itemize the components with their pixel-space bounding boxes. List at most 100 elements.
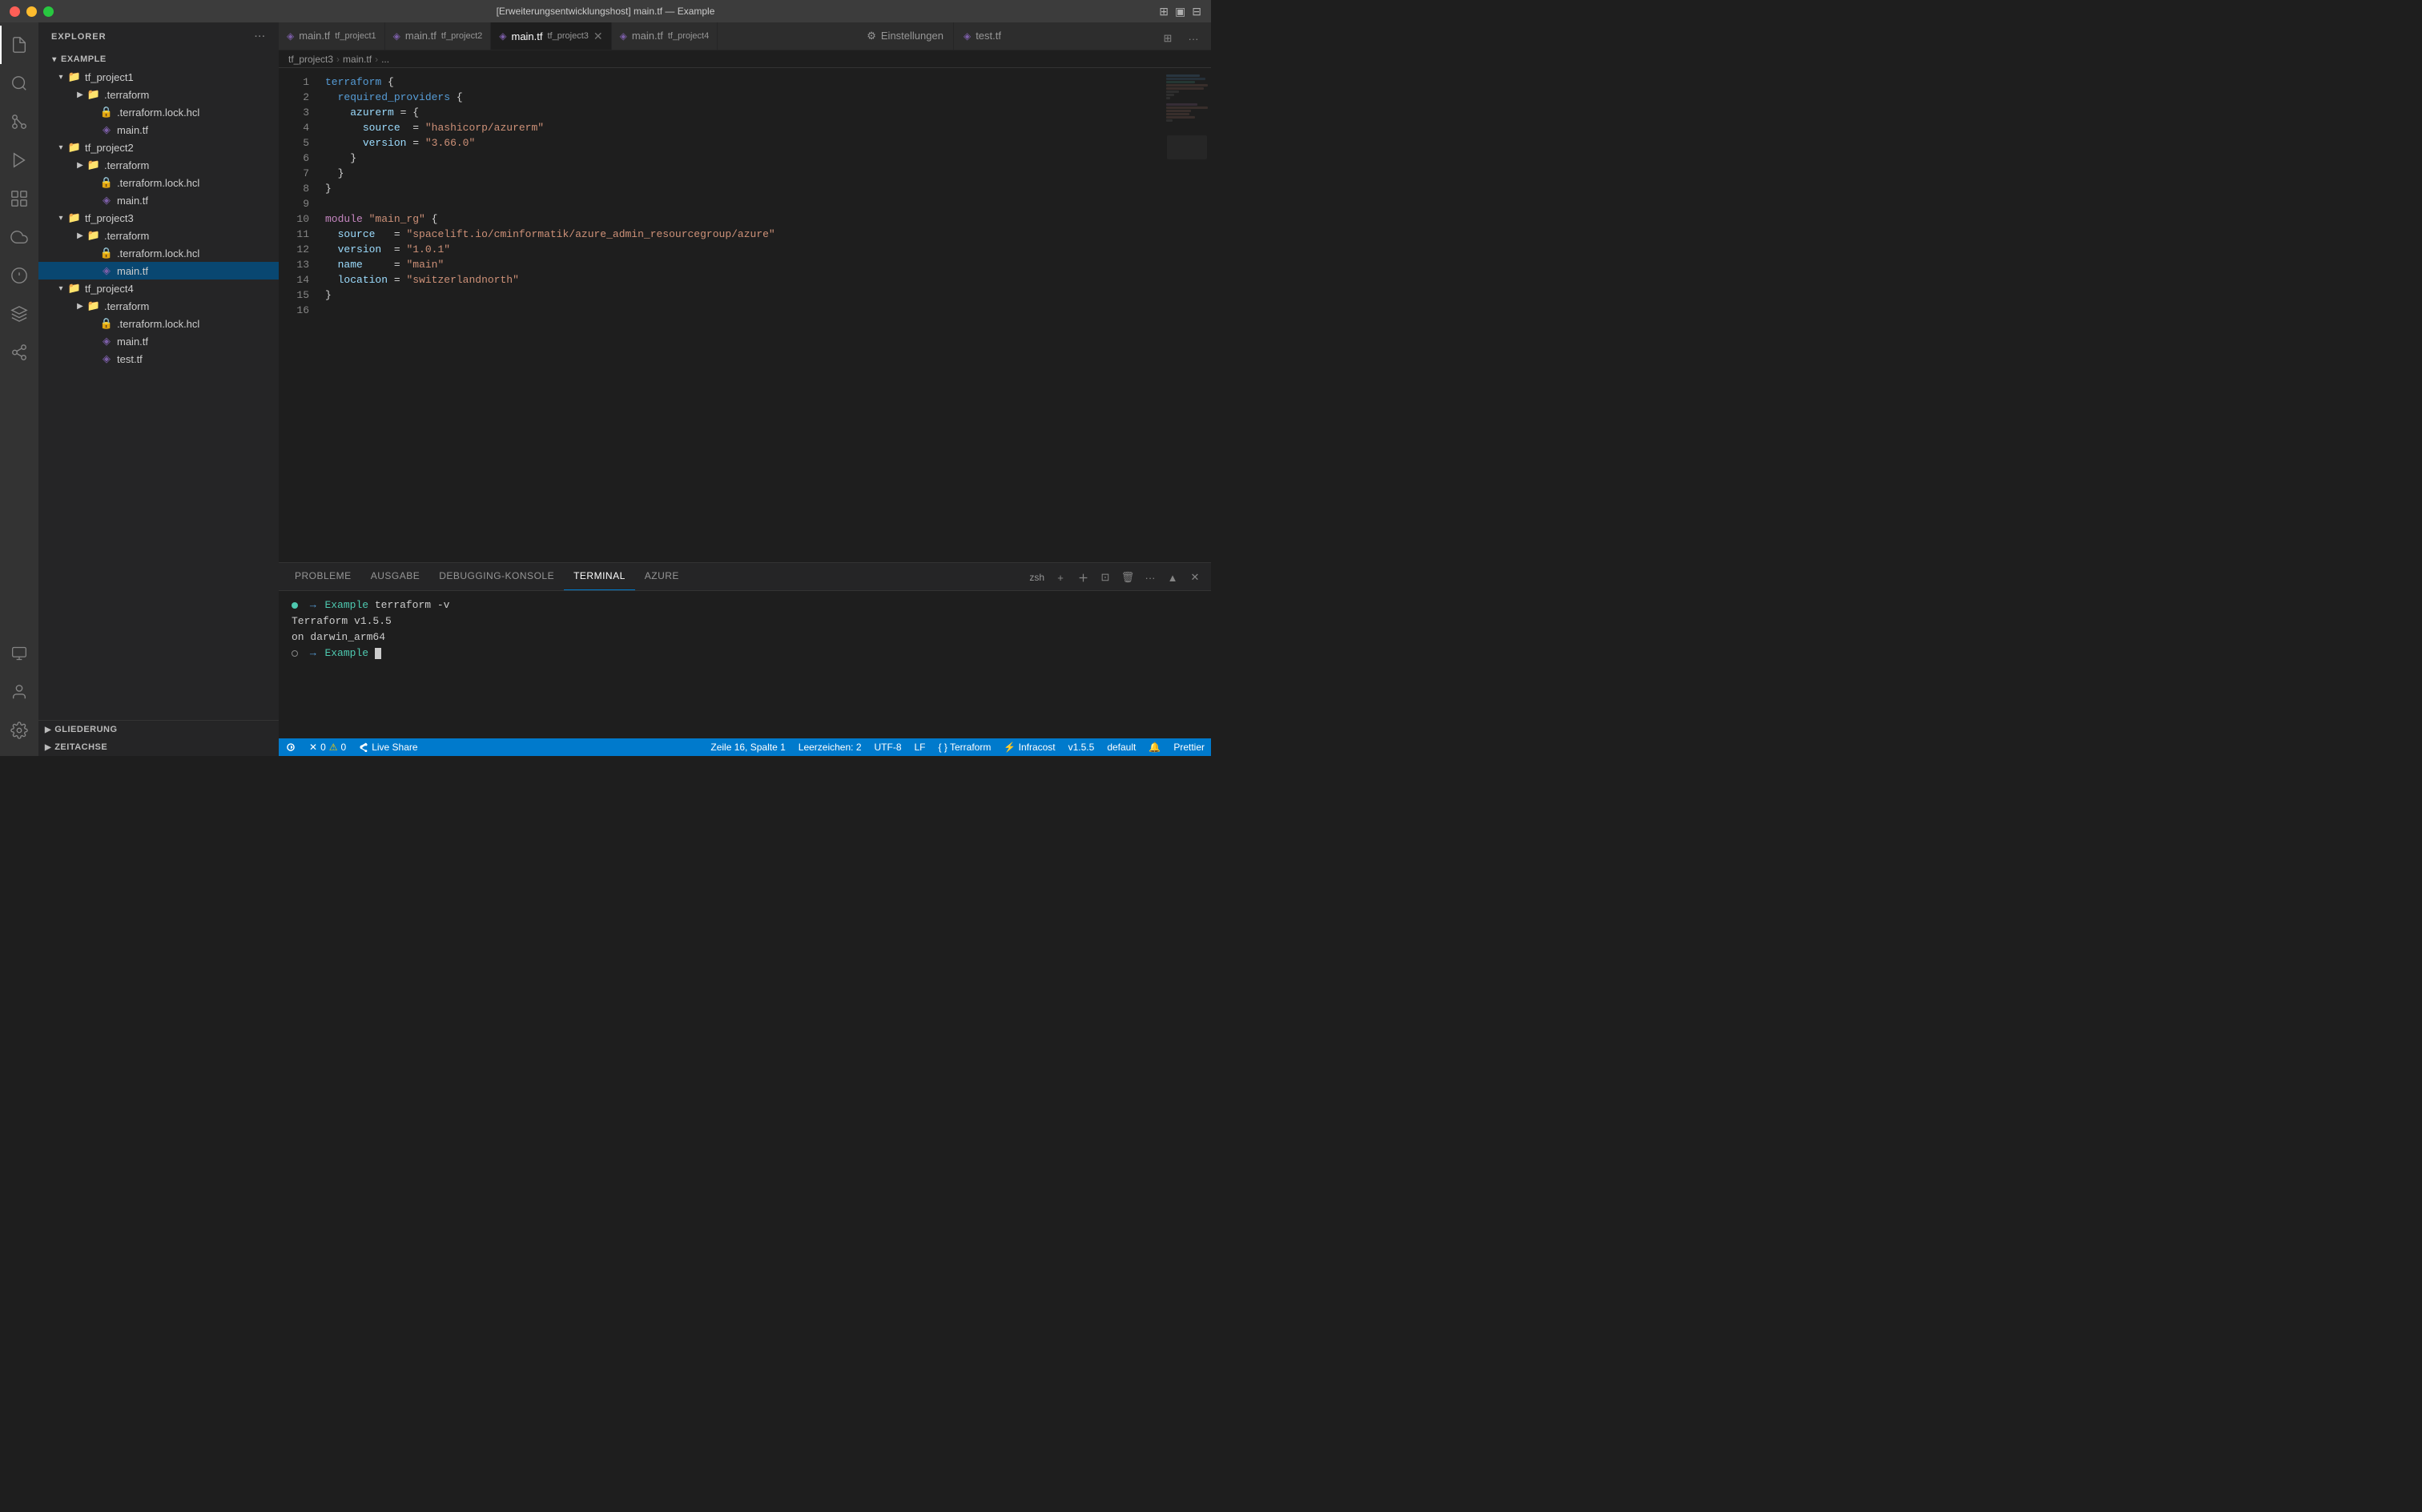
terminal-line-4: → Example (292, 645, 1198, 662)
custom-layout-icon[interactable]: ⊟ (1192, 5, 1201, 18)
tf-icon-p3: ◈ (99, 263, 114, 278)
status-infracost[interactable]: ⚡ Infracost (997, 738, 1061, 756)
status-language[interactable]: { } Terraform (932, 738, 998, 756)
split-terminal-button[interactable] (1073, 568, 1092, 587)
activity-item-extra1[interactable] (0, 218, 38, 256)
tree-item-project4-lock[interactable]: 🔒 .terraform.lock.hcl (38, 315, 279, 332)
activity-item-accounts[interactable] (0, 673, 38, 711)
breadcrumb-symbol[interactable]: ... (381, 54, 389, 65)
panel-layout-button[interactable]: ⊡ (1096, 568, 1115, 587)
activity-item-search[interactable] (0, 64, 38, 103)
tab-einstellungen[interactable]: ⚙ Einstellungen (857, 22, 954, 50)
new-terminal-button[interactable]: + (1051, 568, 1070, 587)
tree-item-project3-terraform[interactable]: ▶ 📁 .terraform (38, 227, 279, 244)
activity-item-extensions[interactable] (0, 179, 38, 218)
close-button[interactable] (10, 6, 20, 17)
tree-item-tf-project4[interactable]: ▾ 📁 tf_project4 (38, 279, 279, 297)
status-version[interactable]: v1.5.5 (1062, 738, 1101, 756)
breadcrumb-project[interactable]: tf_project3 (288, 54, 333, 65)
editor-layout-icon[interactable]: ▣ (1175, 5, 1185, 18)
folder-icon: 📁 (67, 70, 82, 84)
tab-project-2: tf_project2 (441, 31, 482, 41)
tree-item-project1-main[interactable]: ◈ main.tf (38, 121, 279, 139)
project2-arrow: ▾ (54, 143, 67, 152)
status-remote[interactable] (279, 738, 303, 756)
tree-item-project4-terraform[interactable]: ▶ 📁 .terraform (38, 297, 279, 315)
tab-main-tf-project3[interactable]: ◈ main.tf tf_project3 ✕ (491, 22, 611, 50)
tree-item-tf-project3[interactable]: ▾ 📁 tf_project3 (38, 209, 279, 227)
tree-item-tf-project1[interactable]: ▾ 📁 tf_project1 (38, 68, 279, 86)
panel-tab-ausgabe-label: AUSGABE (371, 570, 420, 581)
status-prettier[interactable]: Prettier (1167, 738, 1211, 756)
status-errors[interactable]: ✕ 0 ⚠ 0 (303, 738, 352, 756)
project1-terraform-dir: .terraform (104, 89, 149, 101)
activity-item-settings[interactable] (0, 711, 38, 750)
tree-item-project1-lock[interactable]: 🔒 .terraform.lock.hcl (38, 103, 279, 121)
tree-item-project3-lock[interactable]: 🔒 .terraform.lock.hcl (38, 244, 279, 262)
folder-icon-terraform: 📁 (86, 87, 101, 102)
breadcrumb-file[interactable]: main.tf (343, 54, 372, 65)
status-eol[interactable]: LF (908, 738, 932, 756)
tree-item-project4-test[interactable]: ◈ test.tf (38, 350, 279, 368)
live-share-label: Live Share (372, 742, 417, 753)
sidebar-more-actions[interactable]: ··· (255, 32, 266, 42)
panel-tab-debug[interactable]: DEBUGGING-KONSOLE (429, 562, 564, 590)
terminal-content[interactable]: → Example terraform -v Terraform v1.5.5 … (279, 591, 1211, 738)
p4-terraform-arrow: ▶ (74, 302, 86, 311)
status-default[interactable]: default (1100, 738, 1142, 756)
maximize-button[interactable] (43, 6, 54, 17)
no-arrow-p3 (86, 249, 99, 258)
indentation-label: Leerzeichen: 2 (799, 742, 862, 753)
panel: PROBLEME AUSGABE DEBUGGING-KONSOLE TERMI… (279, 562, 1211, 738)
tree-item-project2-lock[interactable]: 🔒 .terraform.lock.hcl (38, 174, 279, 191)
panel-tab-azure[interactable]: AZURE (635, 562, 689, 590)
activity-item-extra3[interactable] (0, 295, 38, 333)
activity-item-source-control[interactable] (0, 103, 38, 141)
editor-code[interactable]: terraform { required_providers { azurerm… (319, 68, 1163, 562)
project2-main-file: main.tf (117, 195, 148, 207)
terminal-line-2: Terraform v1.5.5 (292, 613, 1198, 629)
tree-item-project2-main[interactable]: ◈ main.tf (38, 191, 279, 209)
activity-item-extra2[interactable] (0, 256, 38, 295)
status-encoding[interactable]: UTF-8 (868, 738, 908, 756)
gliederung-arrow: ▶ (45, 726, 51, 734)
maximize-panel-button[interactable]: ▲ (1163, 568, 1182, 587)
status-notifications[interactable]: 🔔 (1142, 738, 1167, 756)
tab-main-tf-project1[interactable]: ◈ main.tf tf_project1 (279, 22, 385, 50)
panel-tab-terminal[interactable]: TERMINAL (564, 562, 635, 590)
close-panel-button[interactable]: ✕ (1185, 568, 1205, 587)
section-gliederung[interactable]: ▶ GLIEDERUNG (38, 721, 279, 738)
minimize-button[interactable] (26, 6, 37, 17)
tree-item-tf-project2[interactable]: ▾ 📁 tf_project2 (38, 139, 279, 156)
status-live-share[interactable]: Live Share (352, 738, 424, 756)
panel-tab-ausgabe[interactable]: AUSGABE (361, 562, 430, 590)
tab-main-tf-project2[interactable]: ◈ main.tf tf_project2 (385, 22, 492, 50)
tab-close-3[interactable]: ✕ (593, 30, 603, 42)
tree-item-project4-main[interactable]: ◈ main.tf (38, 332, 279, 350)
tree-item-project1-terraform[interactable]: ▶ 📁 .terraform (38, 86, 279, 103)
project2-lock-file: .terraform.lock.hcl (117, 177, 199, 189)
window-controls[interactable] (10, 6, 54, 17)
more-actions-button[interactable]: ··· (1141, 568, 1160, 587)
tab-test-tf[interactable]: ◈ test.tf (954, 22, 1011, 50)
tab-project-4: tf_project4 (668, 31, 709, 41)
tree-item-project3-main[interactable]: ◈ main.tf (38, 262, 279, 279)
split-editor-button[interactable]: ⊞ (1157, 27, 1179, 50)
activity-item-extra4[interactable] (0, 333, 38, 372)
workspace-root[interactable]: ▾ EXAMPLE (38, 50, 279, 68)
no-arrow-p4-main (86, 337, 99, 346)
panel-tab-probleme[interactable]: PROBLEME (285, 562, 361, 590)
activity-item-explorer[interactable] (0, 26, 38, 64)
activity-item-remote[interactable] (0, 634, 38, 673)
more-tabs-button[interactable]: ··· (1182, 27, 1205, 50)
status-indentation[interactable]: Leerzeichen: 2 (792, 738, 868, 756)
tab-main-tf-project4[interactable]: ◈ main.tf tf_project4 (612, 22, 718, 50)
section-zeitachse[interactable]: ▶ ZEITACHSE (38, 738, 279, 756)
sidebar-layout-icon[interactable]: ⊞ (1159, 5, 1169, 18)
clear-terminal-button[interactable]: 🗑 (1118, 568, 1137, 587)
tree-item-project2-terraform[interactable]: ▶ 📁 .terraform (38, 156, 279, 174)
status-cursor-position[interactable]: Zeile 16, Spalte 1 (704, 738, 791, 756)
activity-item-run-debug[interactable] (0, 141, 38, 179)
sidebar-header: EXPLORER ··· (38, 22, 279, 50)
debug-icon (10, 151, 28, 169)
